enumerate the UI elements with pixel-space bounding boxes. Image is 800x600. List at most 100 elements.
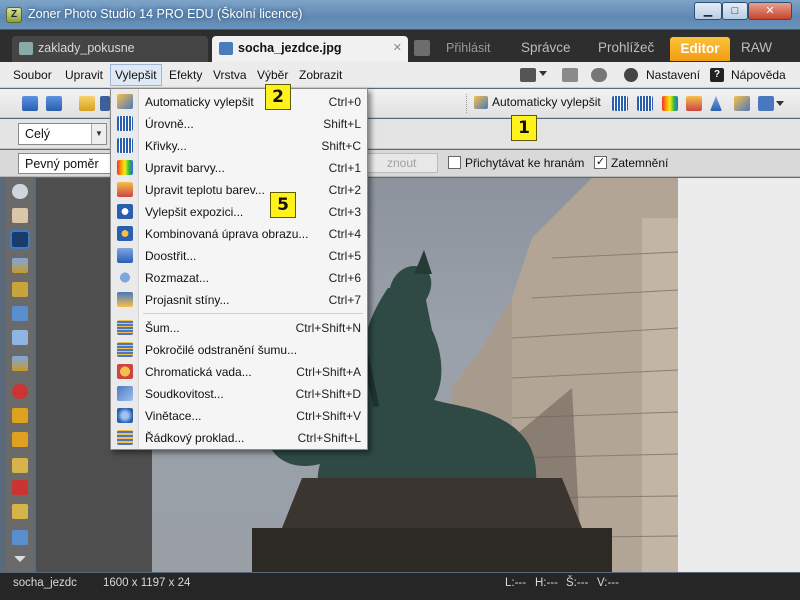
help-link[interactable]: Nápověda [731,68,786,82]
advanced-noise-icon [117,342,133,357]
menu-effects[interactable]: Efekty [169,68,202,82]
fill-icon[interactable] [12,530,28,545]
snap-label: Přichytávat ke hranám [465,156,585,170]
user-icon[interactable] [591,68,607,82]
print-icon[interactable] [758,96,774,111]
pencil-icon[interactable] [12,504,28,519]
close-button[interactable]: ✕ [748,2,792,20]
help-icon[interactable]: ? [710,68,724,82]
menu-item-shortcut: Shift+L [323,117,361,131]
menu-item-levels[interactable]: Úrovně... Shift+L [111,113,367,135]
darken-checkbox[interactable]: ✓ [594,156,607,169]
resize-icon[interactable] [12,306,28,321]
sharpen-icon[interactable] [710,96,722,111]
transform-icon[interactable] [12,330,28,345]
red-eye-icon[interactable] [12,384,28,399]
hand-icon[interactable] [12,208,28,223]
menu-item-vignetting[interactable]: Vinětace... Ctrl+Shift+V [111,405,367,427]
menu-layer[interactable]: Vrstva [213,68,247,82]
menu-item-blur[interactable]: Rozmazat... Ctrl+6 [111,267,367,289]
menu-item-label: Úrovně... [145,117,194,131]
scope-select[interactable]: Celý ▼ [18,123,107,145]
menu-view[interactable]: Zobrazit [299,68,342,82]
menu-item-adjust-colors[interactable]: Upravit barvy... Ctrl+1 [111,157,367,179]
title-bar: Z Zoner Photo Studio 14 PRO EDU (Školní … [0,0,800,30]
document-tab-socha[interactable]: socha_jezdce.jpg ✕ [212,36,408,62]
magic-wand-icon[interactable] [12,458,28,473]
login-link[interactable]: Přihlásit [446,41,490,55]
ratio-select[interactable]: Pevný poměr [18,153,114,174]
settings-link[interactable]: Nastavení [646,68,700,82]
chevron-down-icon[interactable] [14,556,26,564]
back-arrow-icon[interactable] [22,96,38,111]
document-tab-zaklady[interactable]: zaklady_pokusne [12,36,208,62]
status-h-value: H:--- [535,577,558,589]
menu-item-shortcut: Ctrl+2 [328,183,361,197]
menu-item-curves[interactable]: Křivky... Shift+C [111,135,367,157]
curves-icon[interactable] [637,96,653,111]
menu-item-chromatic-aberration[interactable]: Chromatická vada... Ctrl+Shift+A [111,361,367,383]
menu-item-brighten-shadows[interactable]: Projasnit stíny... Ctrl+7 [111,289,367,311]
badge-counter-icon[interactable] [562,68,578,82]
brush-icon[interactable] [12,432,28,447]
menu-selection[interactable]: Výběr [257,68,288,82]
straighten-icon[interactable] [12,258,28,273]
rainbow-colors-icon[interactable] [662,96,678,111]
levels-icon[interactable] [612,96,628,111]
menu-item-shortcut: Ctrl+6 [328,271,361,285]
menu-item-color-temperature[interactable]: Upravit teplotu barev... Ctrl+2 [111,179,367,201]
menu-item-barrel-distortion[interactable]: Soudkovitost... Ctrl+Shift+D [111,383,367,405]
interlace-icon [117,430,133,445]
menu-item-label: Kombinovaná úprava obrazu... [145,227,309,241]
tab-editor[interactable]: Editor [670,37,730,61]
menu-separator [143,313,363,314]
perspective-icon[interactable] [12,282,28,297]
menu-edit[interactable]: Upravit [65,68,103,82]
forward-arrow-icon[interactable] [46,96,62,111]
zoom-icon[interactable] [12,184,28,199]
window-title: Zoner Photo Studio 14 PRO EDU (Školní li… [28,7,303,21]
crop-enhance-icon[interactable] [734,96,750,111]
menu-item-label: Šum... [145,321,180,335]
menu-item-sharpen[interactable]: Doostřit... Ctrl+5 [111,245,367,267]
tab-close-icon[interactable]: ✕ [393,36,402,60]
blur-drop-icon [117,270,133,285]
gear-icon[interactable] [624,68,638,82]
menu-item-enhance-exposure[interactable]: Vylepšit expozici... Ctrl+3 [111,201,367,223]
menu-item-combined-adjust[interactable]: Kombinovaná úprava obrazu... Ctrl+4 [111,223,367,245]
save-icon[interactable] [100,96,110,111]
status-v-value: V:--- [597,577,619,589]
menu-file[interactable]: Soubor [13,68,52,82]
auto-enhance-button[interactable]: Automaticky vylepšit [474,95,601,109]
menu-item-auto-enhance[interactable]: Automaticky vylepšit Ctrl+0 [111,91,367,113]
crop-icon[interactable] [10,230,30,249]
landscape-icon[interactable] [12,356,28,371]
screen-mode-icon[interactable] [520,68,536,82]
tab-raw[interactable]: RAW [741,40,772,55]
status-s-value: Š:--- [566,577,589,589]
auto-enhance-icon [474,96,488,109]
levels-icon [117,116,133,131]
temperature-icon[interactable] [686,96,702,111]
status-l-value: L:--- [505,577,527,589]
snap-checkbox[interactable] [448,156,461,169]
annotation-badge-5: 5 [270,192,296,218]
chevron-down-icon[interactable] [776,101,784,107]
stamp-icon[interactable] [12,408,28,423]
tab-viewer[interactable]: Prohlížeč [598,40,654,55]
sign-in-icon[interactable] [414,40,430,56]
minimize-button[interactable]: ▁ [694,2,722,20]
menu-item-interlace[interactable]: Řádkový proklad... Ctrl+Shift+L [111,427,367,449]
menu-enhance[interactable]: Vylepšit [110,64,162,86]
open-folder-icon[interactable] [79,96,95,111]
menu-item-label: Projasnit stíny... [145,293,230,307]
tab-manager[interactable]: Správce [521,40,571,55]
chevron-down-icon[interactable] [539,71,547,77]
menu-item-advanced-noise-removal[interactable]: Pokročilé odstranění šumu... [111,339,367,361]
healing-icon[interactable] [12,480,28,495]
enhance-menu: Automaticky vylepšit Ctrl+0 Úrovně... Shift… [110,88,368,450]
menu-item-shortcut: Shift+C [321,139,361,153]
menu-item-noise[interactable]: Šum... Ctrl+Shift+N [111,317,367,339]
maximize-button[interactable]: □ [722,2,748,20]
chromatic-star-icon [117,364,133,379]
